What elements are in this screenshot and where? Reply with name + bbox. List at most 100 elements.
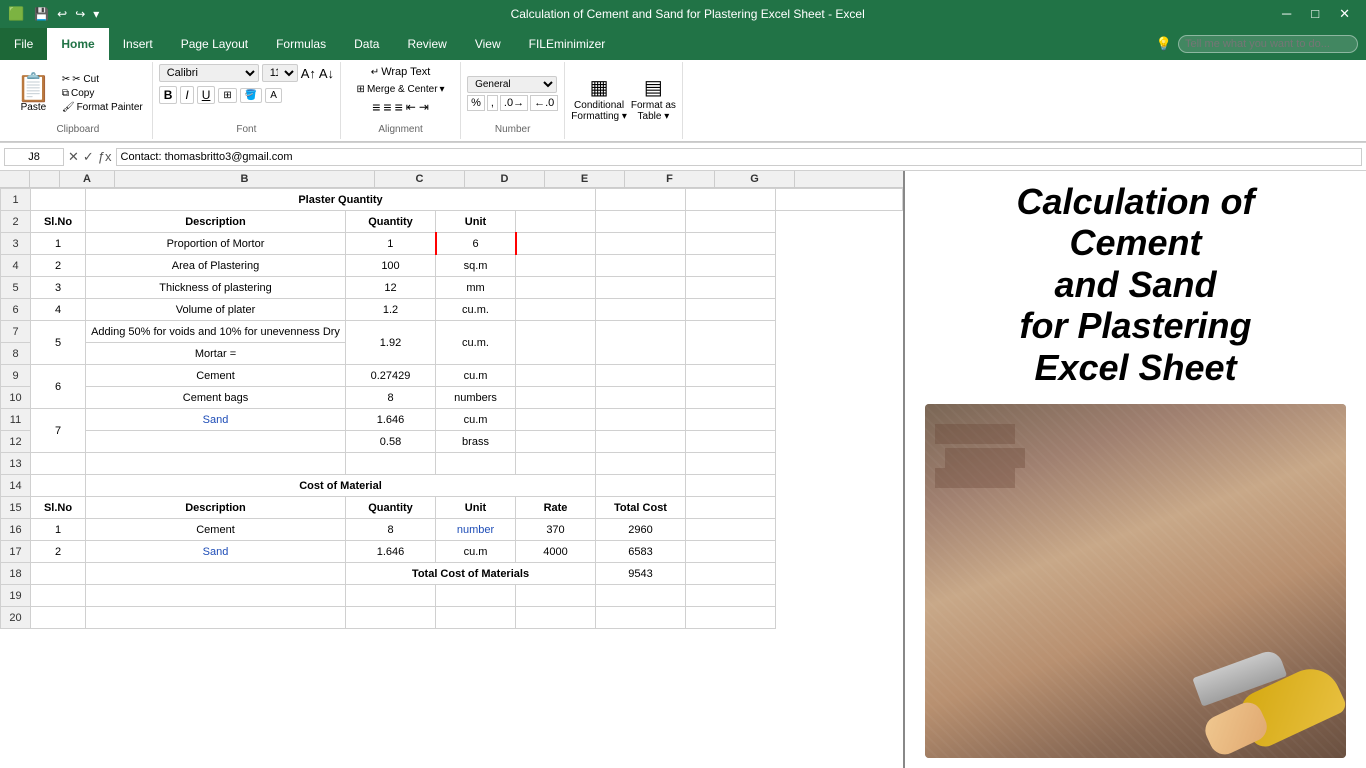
cell-g4[interactable] [686,255,776,277]
cell-e20[interactable] [516,607,596,629]
tab-home[interactable]: Home [47,28,108,60]
cell-c2[interactable]: Quantity [346,211,436,233]
align-center-button[interactable]: ≡ [383,99,391,115]
cell-a15[interactable]: Sl.No [31,497,86,519]
redo-button[interactable]: ↪ [73,5,87,23]
cell-c6[interactable]: 1.2 [346,299,436,321]
cell-e3[interactable] [516,233,596,255]
save-button[interactable]: 💾 [32,5,51,23]
cell-b6[interactable]: Volume of plater [86,299,346,321]
cell-f13[interactable] [596,453,686,475]
cell-c12[interactable]: 0.58 [346,431,436,453]
cell-d11[interactable]: cu.m [436,409,516,431]
cell-f7[interactable] [596,321,686,365]
cell-b12[interactable] [86,431,346,453]
cell-e17[interactable]: 4000 [516,541,596,563]
tell-me-input[interactable] [1178,35,1358,53]
cell-g12[interactable] [686,431,776,453]
border-button[interactable]: ⊞ [218,88,236,103]
cell-a11[interactable]: 7 [31,409,86,453]
cell-b5[interactable]: Thickness of plastering [86,277,346,299]
format-as-table-button[interactable]: ▤ Format as Table ▾ [631,75,676,122]
col-header-d[interactable]: D [465,171,545,187]
col-header-f[interactable]: F [625,171,715,187]
cell-f14[interactable] [596,475,686,497]
merge-center-button[interactable]: ⊞ Merge & Center ▾ [357,84,445,95]
cell-f20[interactable] [596,607,686,629]
customize-quick-access[interactable]: ▾ [91,5,101,23]
cell-b3[interactable]: Proportion of Mortor [86,233,346,255]
cell-f18[interactable]: 9543 [596,563,686,585]
cell-b17[interactable]: Sand [86,541,346,563]
cell-f15[interactable]: Total Cost [596,497,686,519]
cell-b19[interactable] [86,585,346,607]
cell-g9[interactable] [686,365,776,387]
comma-button[interactable]: , [487,95,498,111]
cell-g16[interactable] [686,519,776,541]
cell-c3[interactable]: 1 [346,233,436,255]
cell-c9[interactable]: 0.27429 [346,365,436,387]
cell-g13[interactable] [686,453,776,475]
cell-c20[interactable] [346,607,436,629]
cell-f12[interactable] [596,431,686,453]
cell-e12[interactable] [516,431,596,453]
maximize-button[interactable]: □ [1303,6,1327,22]
formula-input[interactable] [116,148,1362,166]
grid-container[interactable]: 1 Plaster Quantity 2 Sl.No Description Q… [0,188,903,768]
cell-d13[interactable] [436,453,516,475]
italic-button[interactable]: I [180,86,193,104]
cell-f1[interactable] [686,189,776,211]
cell-g20[interactable] [686,607,776,629]
cell-c7[interactable]: 1.92 [346,321,436,365]
indent-decrease-button[interactable]: ⇤ [406,100,416,114]
format-painter-button[interactable]: 🖌 Format Painter [59,101,146,114]
cell-c10[interactable]: 8 [346,387,436,409]
undo-button[interactable]: ↩ [55,5,69,23]
cell-f16[interactable]: 2960 [596,519,686,541]
cell-b16[interactable]: Cement [86,519,346,541]
cell-c5[interactable]: 12 [346,277,436,299]
cell-f6[interactable] [596,299,686,321]
cell-d9[interactable]: cu.m [436,365,516,387]
cell-b4[interactable]: Area of Plastering [86,255,346,277]
cell-a3[interactable]: 1 [31,233,86,255]
cell-e4[interactable] [516,255,596,277]
increase-decimal-button[interactable]: .0→ [500,95,528,111]
cell-g5[interactable] [686,277,776,299]
cell-e11[interactable] [516,409,596,431]
cell-b11[interactable]: Sand [86,409,346,431]
cell-f19[interactable] [596,585,686,607]
cell-a4[interactable]: 2 [31,255,86,277]
cell-a13[interactable] [31,453,86,475]
cell-d3[interactable]: 6 [436,233,516,255]
cell-b1[interactable]: Plaster Quantity [86,189,596,211]
tab-insert[interactable]: Insert [109,28,167,60]
cell-g15[interactable] [686,497,776,519]
cell-e15[interactable]: Rate [516,497,596,519]
cell-a5[interactable]: 3 [31,277,86,299]
cell-e10[interactable] [516,387,596,409]
decrease-decimal-button[interactable]: ←.0 [530,95,558,111]
cancel-formula-button[interactable]: ✕ [68,149,79,165]
cell-g17[interactable] [686,541,776,563]
cell-b8[interactable]: Mortar = [86,343,346,365]
cell-a7[interactable]: 5 [31,321,86,365]
cell-d7[interactable]: cu.m. [436,321,516,365]
cell-a2[interactable]: Sl.No [31,211,86,233]
tab-data[interactable]: Data [340,28,393,60]
cell-c17[interactable]: 1.646 [346,541,436,563]
cell-f9[interactable] [596,365,686,387]
cell-c19[interactable] [346,585,436,607]
cell-c16[interactable]: 8 [346,519,436,541]
cell-g7[interactable] [686,321,776,365]
align-left-button[interactable]: ≡ [372,99,380,115]
cell-reference-box[interactable] [4,148,64,166]
cell-g1[interactable] [776,189,903,211]
cell-g2[interactable] [686,211,776,233]
cell-e19[interactable] [516,585,596,607]
cell-e5[interactable] [516,277,596,299]
bold-button[interactable]: B [159,86,178,104]
number-format-select[interactable]: General [467,76,557,93]
increase-font-button[interactable]: A↑ [301,66,316,81]
cell-g3[interactable] [686,233,776,255]
